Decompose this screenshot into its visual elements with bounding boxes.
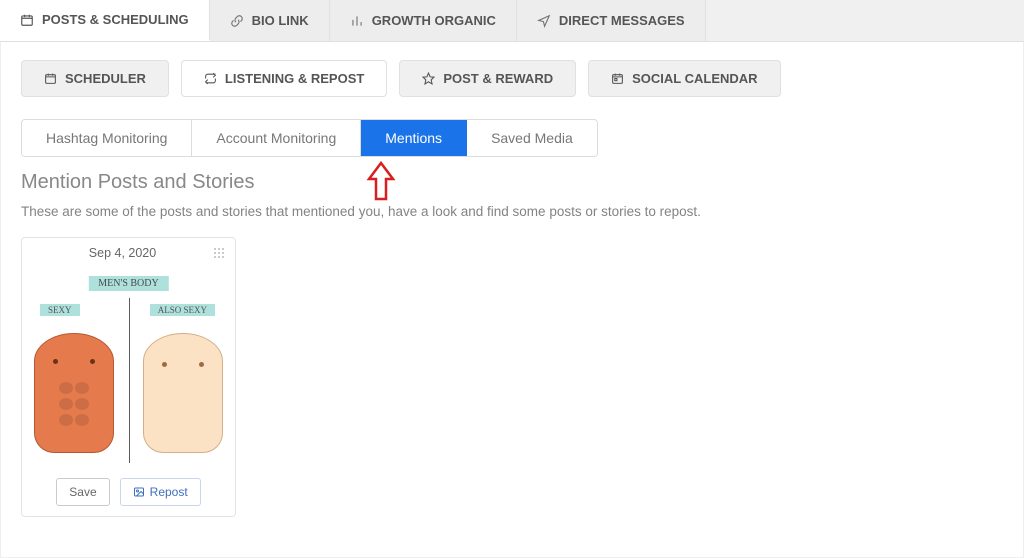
send-icon (537, 14, 551, 28)
image-icon (133, 486, 145, 498)
calendar-square-icon (611, 72, 624, 85)
tab-posts-scheduling[interactable]: POSTS & SCHEDULING (0, 0, 210, 41)
tab-label: SOCIAL CALENDAR (632, 71, 757, 86)
tab-label: GROWTH ORGANIC (372, 13, 496, 28)
top-tabs: POSTS & SCHEDULING BIO LINK GROWTH ORGAN… (0, 0, 1024, 42)
tab-growth-organic[interactable]: GROWTH ORGANIC (330, 0, 517, 41)
secondary-tabs: SCHEDULER LISTENING & REPOST POST & REWA… (21, 60, 1003, 97)
page-title: Mention Posts and Stories (21, 171, 1003, 194)
image-left-label: SEXY (40, 304, 80, 316)
post-card: Sep 4, 2020 MEN'S BODY SEXY ALSO SEXY (21, 237, 236, 517)
tab-label: DIRECT MESSAGES (559, 13, 685, 28)
page-subtitle: These are some of the posts and stories … (21, 204, 1003, 219)
post-image[interactable]: MEN'S BODY SEXY ALSO SEXY (22, 268, 235, 468)
calendar-icon (44, 72, 57, 85)
tab-scheduler[interactable]: SCHEDULER (21, 60, 169, 97)
subtab-mentions[interactable]: Mentions (361, 120, 467, 156)
image-right-label: ALSO SEXY (150, 304, 215, 316)
illustration-right (143, 333, 223, 453)
repost-button[interactable]: Repost (120, 478, 201, 506)
subtab-account-monitoring[interactable]: Account Monitoring (192, 120, 361, 156)
post-date: Sep 4, 2020 (32, 246, 213, 260)
tab-bio-link[interactable]: BIO LINK (210, 0, 330, 41)
repost-icon (204, 72, 217, 85)
illustration-left (34, 333, 114, 453)
calendar-icon (20, 13, 34, 27)
tab-post-reward[interactable]: POST & REWARD (399, 60, 576, 97)
bar-chart-icon (350, 14, 364, 28)
tab-listening-repost[interactable]: LISTENING & REPOST (181, 60, 387, 97)
sub-tabs: Hashtag Monitoring Account Monitoring Me… (21, 119, 598, 157)
link-icon (230, 14, 244, 28)
tab-label: LISTENING & REPOST (225, 71, 364, 86)
tab-social-calendar[interactable]: SOCIAL CALENDAR (588, 60, 780, 97)
subtab-saved-media[interactable]: Saved Media (467, 120, 597, 156)
image-divider (129, 298, 130, 463)
tab-label: BIO LINK (252, 13, 309, 28)
tab-label: POSTS & SCHEDULING (42, 12, 189, 27)
subtab-hashtag-monitoring[interactable]: Hashtag Monitoring (22, 120, 192, 156)
tab-direct-messages[interactable]: DIRECT MESSAGES (517, 0, 706, 41)
content-area: SCHEDULER LISTENING & REPOST POST & REWA… (0, 42, 1024, 558)
save-button[interactable]: Save (56, 478, 109, 506)
grid-icon[interactable] (213, 247, 225, 259)
tab-label: POST & REWARD (443, 71, 553, 86)
image-banner: MEN'S BODY (88, 276, 168, 291)
repost-label: Repost (150, 485, 188, 499)
save-label: Save (69, 485, 96, 499)
star-icon (422, 72, 435, 85)
tab-label: SCHEDULER (65, 71, 146, 86)
